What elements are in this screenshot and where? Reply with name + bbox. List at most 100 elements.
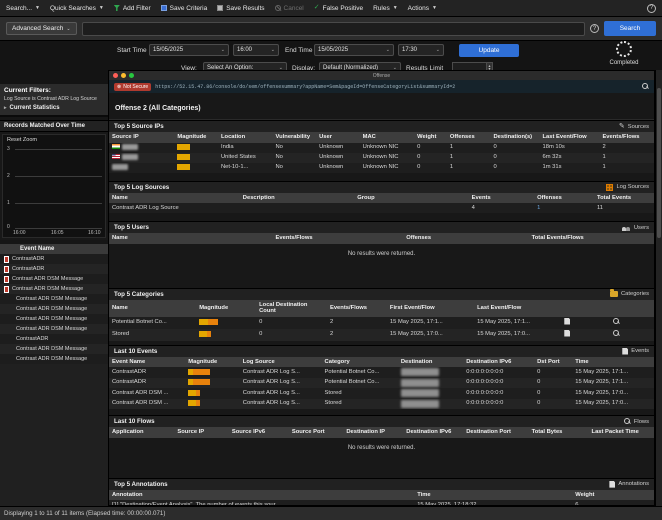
column-header[interactable]: Group: [354, 192, 469, 203]
column-header[interactable]: Source IP: [109, 132, 175, 143]
search-menu[interactable]: Search... ▼: [6, 5, 40, 12]
table-row[interactable]: ContrastADR Contrast ADR Log S... Potentia…: [109, 377, 654, 389]
scrollbar-thumb[interactable]: [657, 88, 661, 238]
records-matched-chart[interactable]: Reset Zoom 3 2 1 0 16:00 16:05 16:10: [2, 134, 106, 238]
column-header[interactable]: Category: [321, 356, 398, 367]
actions-menu[interactable]: Actions ▼: [408, 5, 437, 12]
column-header[interactable]: Events/Flows: [599, 132, 654, 143]
column-header[interactable]: Name: [109, 299, 197, 317]
table-row[interactable]: Potential Botnet Co... 0 2 15 May 2025, 17:…: [109, 316, 654, 329]
list-item[interactable]: ContrastADR: [0, 334, 108, 344]
column-header[interactable]: Events/Flows: [272, 233, 404, 244]
start-date-select[interactable]: 15/05/2025 ⌄: [149, 44, 229, 56]
column-header[interactable]: Destination IPv6: [403, 427, 464, 438]
column-header[interactable]: Magnitude: [185, 356, 240, 367]
list-item[interactable]: ContrastADR: [0, 264, 108, 274]
save-criteria-button[interactable]: Save Criteria: [160, 5, 207, 12]
categories-link[interactable]: Categories: [609, 289, 649, 297]
table-row[interactable]: India No Unknown Unknown NIC 0 1 0 18m 10s 2: [109, 142, 654, 153]
column-header[interactable]: MAC: [359, 132, 415, 143]
sources-link[interactable]: ✎ Sources: [619, 123, 649, 130]
not-secure-badge[interactable]: ⊗ Not Secure: [114, 82, 152, 91]
column-header[interactable]: Last Event/Flow: [539, 132, 600, 143]
column-header[interactable]: Log Source: [239, 356, 322, 367]
column-header[interactable]: Dst Port: [534, 356, 573, 367]
column-header[interactable]: Event Name: [109, 356, 186, 367]
column-header[interactable]: [561, 299, 611, 317]
column-header[interactable]: Destination: [397, 356, 464, 367]
column-header[interactable]: Magnitude: [174, 132, 218, 143]
column-header[interactable]: Offenses: [446, 132, 491, 143]
column-header[interactable]: [610, 299, 654, 317]
column-header[interactable]: First Event/Flow: [386, 299, 475, 317]
update-button[interactable]: Update: [459, 44, 519, 57]
end-hour-select[interactable]: 17:30 ⌄: [398, 44, 444, 56]
flows-link[interactable]: Flows: [623, 418, 649, 425]
table-row[interactable]: ContrastADR Contrast ADR Log S... Potentia…: [109, 367, 654, 378]
column-header[interactable]: Local Destination Count: [256, 299, 327, 317]
column-header[interactable]: Events/Flows: [326, 299, 387, 317]
add-filter-button[interactable]: Add Filter: [113, 5, 151, 12]
list-item[interactable]: Contrast ADR DSM Message: [0, 294, 108, 304]
list-item[interactable]: Contrast ADR DSM Message: [0, 274, 108, 284]
log-sources-link[interactable]: Log Sources: [606, 183, 649, 191]
advanced-search-selector[interactable]: Advanced Search ⌄: [6, 22, 77, 35]
table-row[interactable]: Net-10-1... No Unknown Unknown NIC 0 1 0 1m 31s…: [109, 162, 654, 173]
table-row[interactable]: Contrast ADR DSM ... Contrast ADR Log S..…: [109, 398, 654, 410]
column-header[interactable]: Destination IPv6: [463, 356, 535, 367]
column-header[interactable]: Location: [217, 132, 273, 143]
column-header[interactable]: Destination(s): [490, 132, 540, 143]
reset-zoom-button[interactable]: Reset Zoom: [7, 137, 37, 143]
column-header[interactable]: Source Port: [288, 427, 344, 438]
column-header[interactable]: Weight: [572, 489, 654, 501]
column-header[interactable]: Last Packet Time: [588, 427, 654, 438]
column-header[interactable]: Total Events: [594, 192, 654, 203]
help-icon[interactable]: ?: [647, 3, 656, 13]
table-row[interactable]: United States No Unknown Unknown NIC 0 1 0 6m 3…: [109, 152, 654, 163]
start-hour-select[interactable]: 16:00 ⌄: [233, 44, 279, 56]
vertical-scrollbar[interactable]: [655, 70, 662, 506]
url-text[interactable]: https://52.15.47.86/console/do/sem/offen…: [155, 84, 638, 90]
column-header[interactable]: Last Event/Flow: [474, 299, 562, 317]
column-header[interactable]: Description: [239, 192, 355, 203]
column-header[interactable]: Time: [414, 489, 573, 501]
column-header[interactable]: User: [316, 132, 360, 143]
column-header[interactable]: Total Bytes: [528, 427, 589, 438]
advanced-search-input[interactable]: [81, 21, 585, 36]
search-help-icon[interactable]: ?: [590, 24, 599, 33]
column-header[interactable]: Destination IP: [343, 427, 404, 438]
column-header[interactable]: Annotation: [109, 489, 415, 501]
column-header[interactable]: Name: [109, 192, 240, 203]
list-item[interactable]: Contrast ADR DSM Message: [0, 354, 108, 364]
table-link[interactable]: 1: [537, 205, 540, 211]
search-button[interactable]: Search: [604, 21, 656, 36]
list-item[interactable]: Contrast ADR DSM Message: [0, 304, 108, 314]
search-icon[interactable]: [642, 83, 649, 90]
column-header[interactable]: Weight: [414, 132, 447, 143]
magnifier-icon[interactable]: [613, 329, 620, 337]
table-row[interactable]: Contrast ADR Log Source 4 1 11: [109, 203, 654, 213]
list-item[interactable]: Contrast ADR DSM Message: [0, 284, 108, 294]
list-item[interactable]: Contrast ADR DSM Message: [0, 324, 108, 334]
column-header[interactable]: Events: [468, 192, 535, 203]
end-date-select[interactable]: 15/05/2025 ⌄: [314, 44, 394, 56]
table-row[interactable]: Contrast ADR DSM ... Contrast ADR Log S..…: [109, 388, 654, 399]
save-results-button[interactable]: Save Results: [217, 5, 265, 12]
quick-searches-menu[interactable]: Quick Searches ▼: [50, 5, 104, 12]
column-header[interactable]: Magnitude: [196, 299, 257, 317]
doc-icon[interactable]: [564, 317, 571, 325]
column-header[interactable]: Application: [109, 427, 175, 438]
doc-icon[interactable]: [564, 329, 571, 337]
list-item[interactable]: Contrast ADR DSM Message: [0, 344, 108, 354]
column-header[interactable]: Total Events/Flows: [528, 233, 654, 244]
events-link[interactable]: Events: [622, 347, 649, 355]
column-header[interactable]: Offenses: [534, 192, 594, 203]
table-row[interactable]: Stored 0 2 15 May 2025, 17:0... 15 May 2025,…: [109, 328, 654, 341]
column-header[interactable]: Time: [572, 356, 654, 367]
users-link[interactable]: Users: [621, 224, 649, 231]
list-item[interactable]: ContrastADR: [0, 254, 108, 264]
column-header[interactable]: Destination Port: [463, 427, 529, 438]
event-name-header[interactable]: Event Name: [0, 244, 108, 254]
annotations-link[interactable]: Annotations: [609, 480, 649, 488]
false-positive-button[interactable]: ✓ False Positive: [314, 4, 363, 12]
